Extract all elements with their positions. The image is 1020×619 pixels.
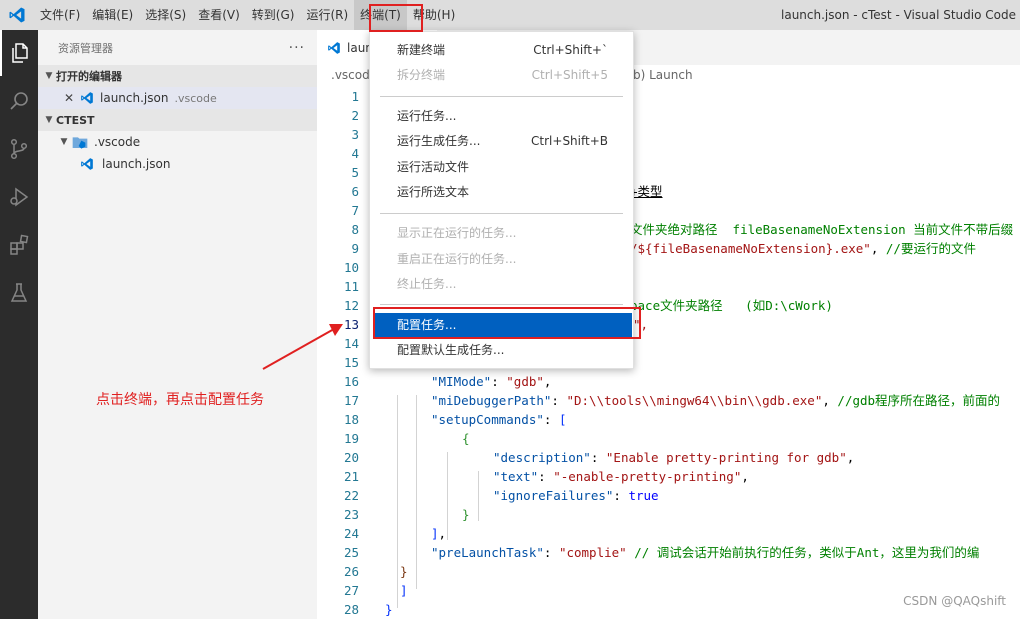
watermark: CSDN @QAQshift: [903, 594, 1006, 608]
annotation-text: 点击终端，再点击配置任务: [96, 392, 264, 408]
annotation-arrow-icon: [262, 324, 343, 370]
